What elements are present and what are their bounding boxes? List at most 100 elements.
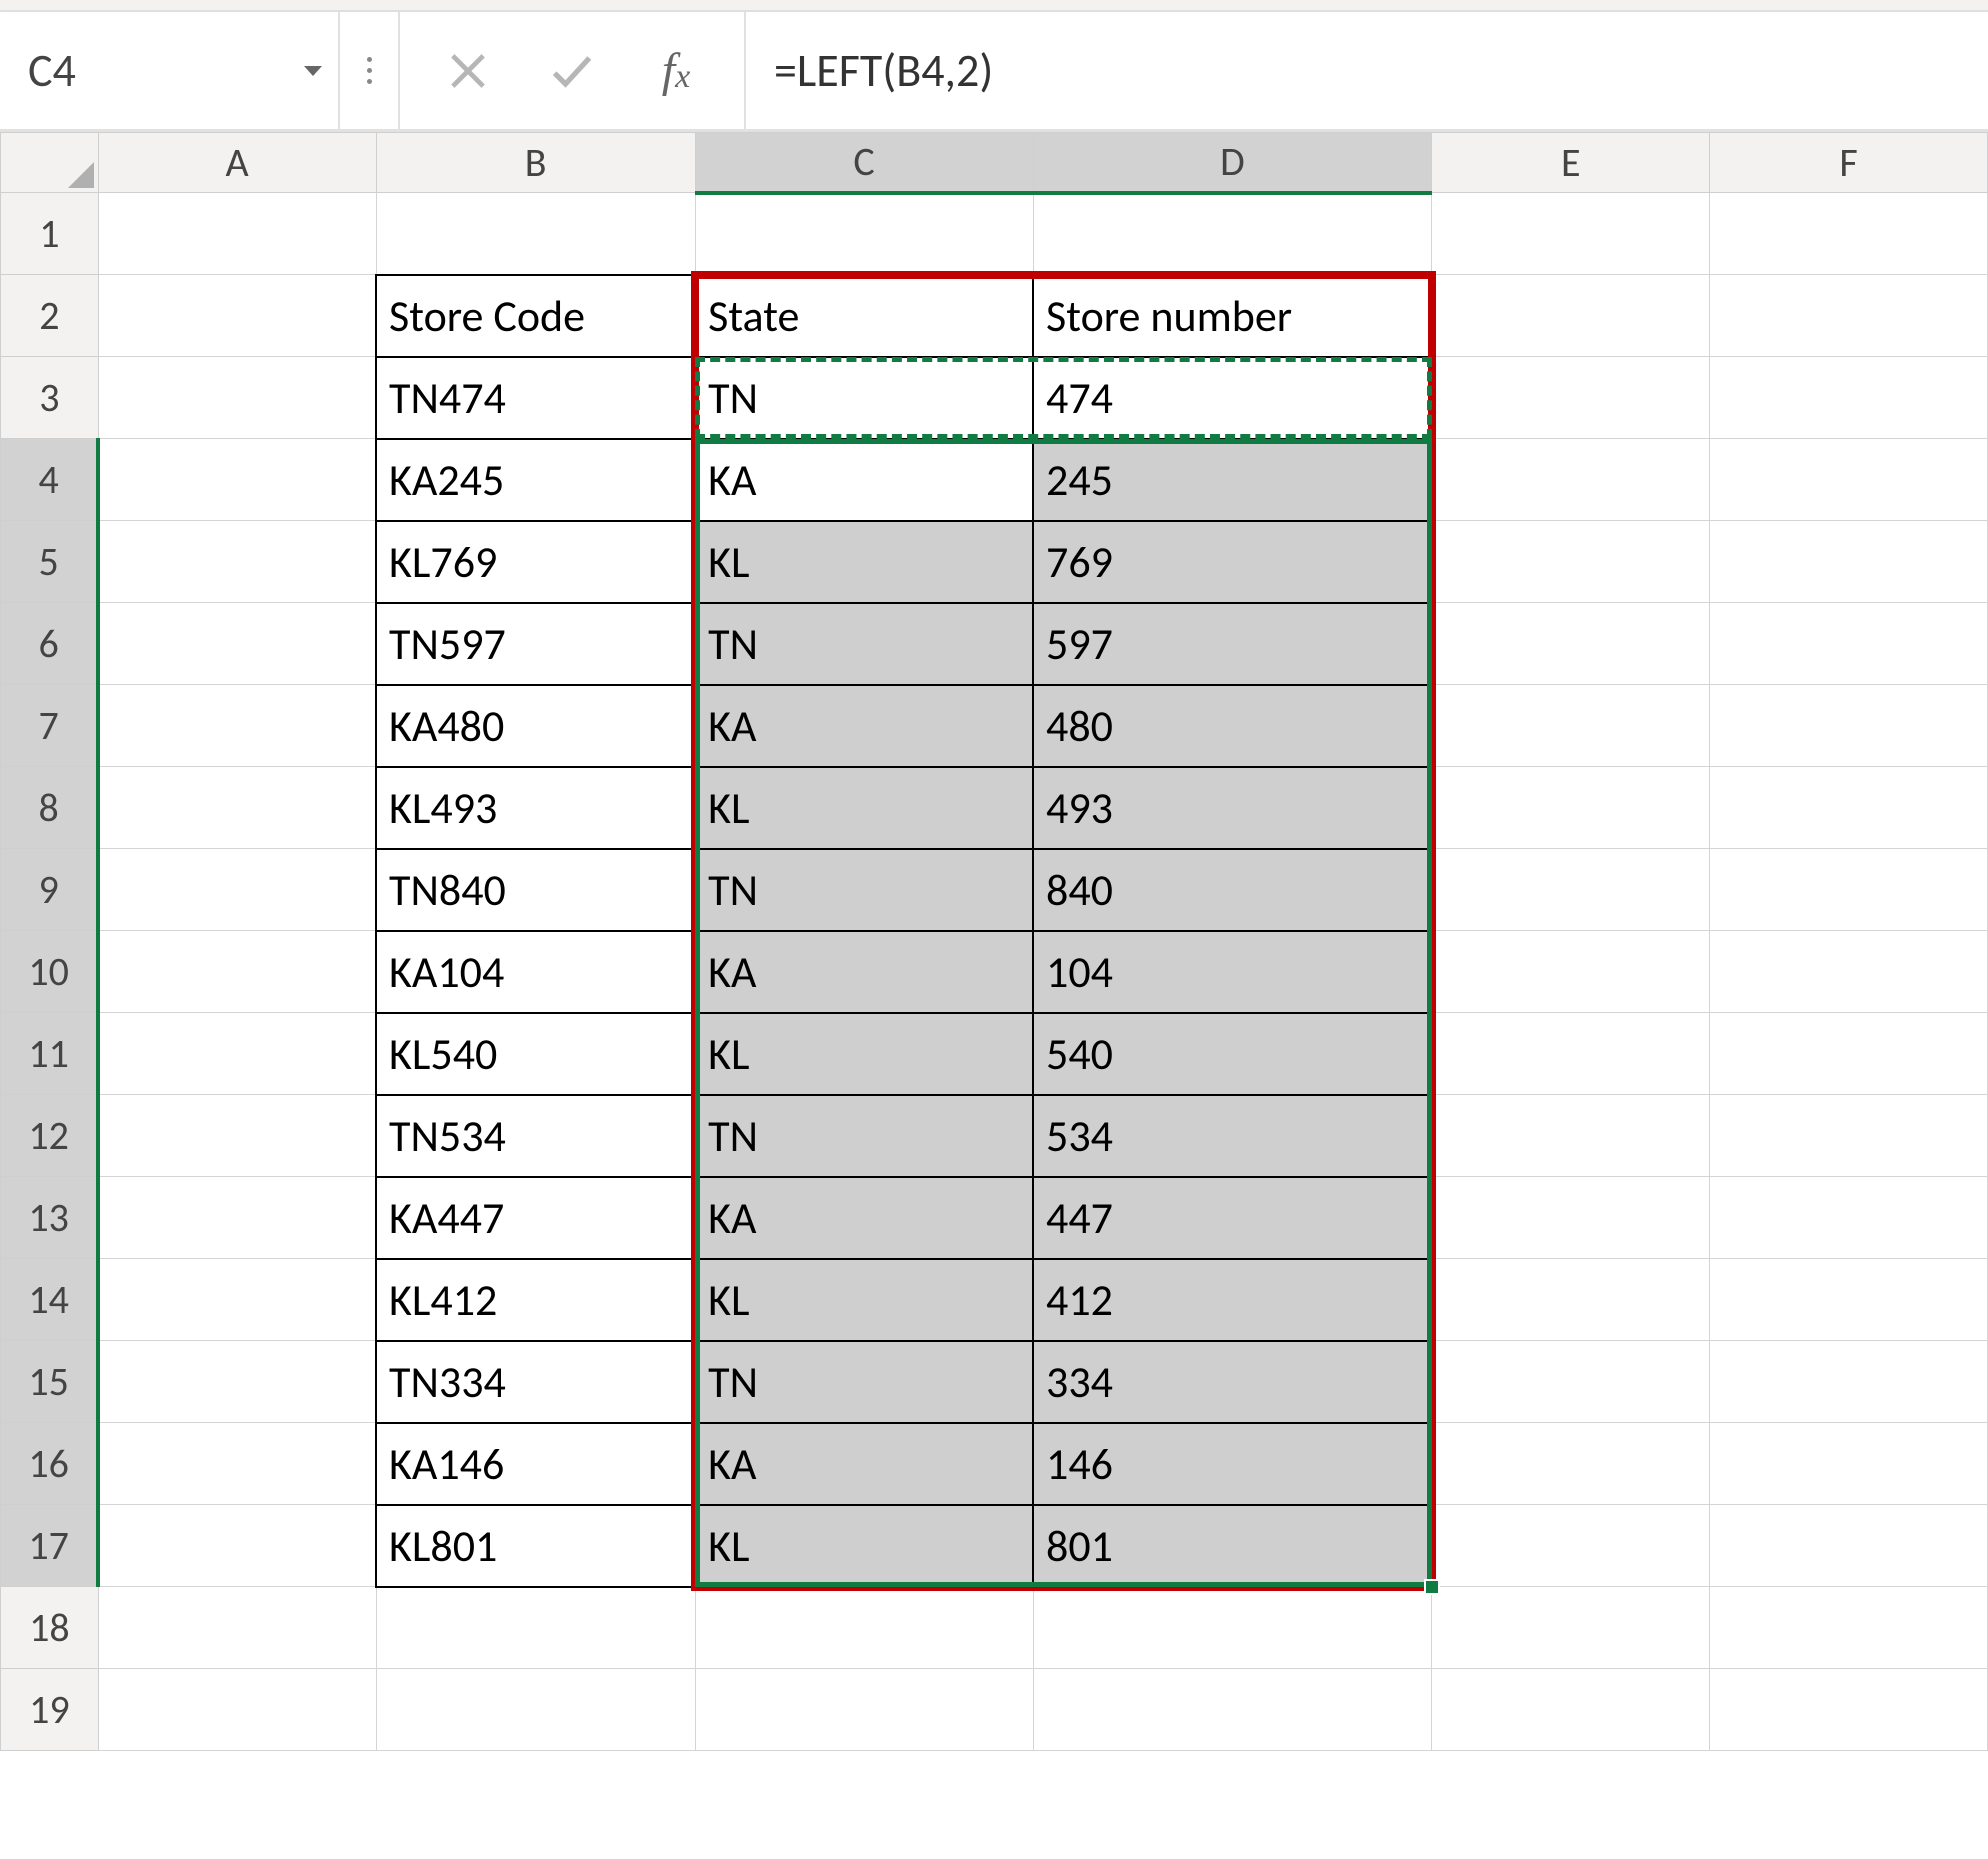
cell[interactable]: KL769 [376, 521, 695, 603]
cell[interactable] [1432, 767, 1710, 849]
row-header-12[interactable]: 12 [1, 1095, 99, 1177]
cell[interactable] [1710, 1013, 1988, 1095]
cell[interactable] [98, 357, 376, 439]
cell[interactable]: TN840 [376, 849, 695, 931]
cell[interactable] [1710, 849, 1988, 931]
cell[interactable] [1710, 357, 1988, 439]
cell[interactable]: 534 [1033, 1095, 1432, 1177]
enter-icon[interactable] [544, 43, 600, 99]
cell[interactable] [1432, 193, 1710, 275]
cell[interactable] [98, 849, 376, 931]
cell[interactable] [1710, 275, 1988, 357]
cell[interactable]: TN [695, 603, 1033, 685]
cell[interactable]: KL412 [376, 1259, 695, 1341]
cell[interactable] [1710, 1259, 1988, 1341]
cell[interactable]: TN [695, 849, 1033, 931]
cell[interactable]: KA [695, 931, 1033, 1013]
cell[interactable] [98, 685, 376, 767]
row-header-17[interactable]: 17 [1, 1505, 99, 1587]
row-header-3[interactable]: 3 [1, 357, 99, 439]
cell[interactable]: 334 [1033, 1341, 1432, 1423]
cell[interactable] [1710, 603, 1988, 685]
cell[interactable] [1710, 1177, 1988, 1259]
col-header-d[interactable]: D [1033, 133, 1432, 193]
cell[interactable] [1710, 521, 1988, 603]
formula-input[interactable]: =LEFT(B4,2) [746, 12, 1988, 129]
col-header-a[interactable]: A [98, 133, 376, 193]
cell[interactable]: KA146 [376, 1423, 695, 1505]
name-box[interactable]: C4 [0, 12, 340, 129]
cell[interactable]: KA [695, 1423, 1033, 1505]
cell[interactable]: KA447 [376, 1177, 695, 1259]
cell[interactable] [1033, 1587, 1432, 1669]
cell[interactable]: KA480 [376, 685, 695, 767]
cell[interactable] [1432, 439, 1710, 521]
cell[interactable] [98, 1341, 376, 1423]
insert-function-icon[interactable]: fx [648, 43, 704, 99]
row-header-2[interactable]: 2 [1, 275, 99, 357]
cell[interactable] [1710, 439, 1988, 521]
cell[interactable]: KL [695, 767, 1033, 849]
cancel-icon[interactable] [440, 43, 496, 99]
cell[interactable]: 447 [1033, 1177, 1432, 1259]
cell[interactable] [1432, 1013, 1710, 1095]
cell[interactable]: KA [695, 685, 1033, 767]
cell[interactable] [98, 1669, 376, 1751]
worksheet[interactable]: A B C D E F 12Store CodeStateStore numbe… [0, 132, 1988, 1751]
cell[interactable]: KL493 [376, 767, 695, 849]
cell[interactable] [1432, 603, 1710, 685]
cell[interactable] [1710, 1505, 1988, 1587]
col-header-c[interactable]: C [695, 133, 1033, 193]
cell[interactable] [98, 1423, 376, 1505]
cell[interactable] [376, 1669, 695, 1751]
cell[interactable]: State [695, 275, 1033, 357]
cell[interactable]: KL540 [376, 1013, 695, 1095]
cell[interactable] [98, 521, 376, 603]
row-header-1[interactable]: 1 [1, 193, 99, 275]
cell[interactable] [1710, 1587, 1988, 1669]
cell[interactable]: 840 [1033, 849, 1432, 931]
cell[interactable] [98, 603, 376, 685]
grid[interactable]: A B C D E F 12Store CodeStateStore numbe… [0, 132, 1988, 1751]
cell[interactable]: KA [695, 439, 1033, 521]
cell[interactable] [98, 1587, 376, 1669]
row-header-9[interactable]: 9 [1, 849, 99, 931]
cell[interactable] [1432, 1587, 1710, 1669]
row-header-11[interactable]: 11 [1, 1013, 99, 1095]
cell[interactable] [1710, 193, 1988, 275]
cell[interactable] [1710, 1341, 1988, 1423]
cell[interactable] [1432, 685, 1710, 767]
cell[interactable] [695, 1587, 1033, 1669]
cell[interactable]: TN [695, 1095, 1033, 1177]
cell[interactable]: 769 [1033, 521, 1432, 603]
cell[interactable] [98, 439, 376, 521]
col-header-b[interactable]: B [376, 133, 695, 193]
dropdown-icon[interactable] [304, 66, 322, 76]
cell[interactable] [98, 1095, 376, 1177]
row-header-10[interactable]: 10 [1, 931, 99, 1013]
row-header-7[interactable]: 7 [1, 685, 99, 767]
cell[interactable] [1432, 521, 1710, 603]
cell[interactable] [1710, 685, 1988, 767]
cell[interactable] [98, 275, 376, 357]
cell[interactable] [98, 1259, 376, 1341]
row-header-13[interactable]: 13 [1, 1177, 99, 1259]
cell[interactable] [1710, 931, 1988, 1013]
cell[interactable] [1432, 275, 1710, 357]
cell[interactable] [98, 767, 376, 849]
cell[interactable]: KL801 [376, 1505, 695, 1587]
cell[interactable] [376, 1587, 695, 1669]
cell[interactable] [1432, 1669, 1710, 1751]
cell[interactable]: KL [695, 521, 1033, 603]
cell[interactable] [1710, 767, 1988, 849]
cell[interactable] [1432, 1341, 1710, 1423]
cell[interactable] [695, 193, 1033, 275]
row-header-6[interactable]: 6 [1, 603, 99, 685]
cell[interactable]: 801 [1033, 1505, 1432, 1587]
cell[interactable] [1432, 1259, 1710, 1341]
row-header-4[interactable]: 4 [1, 439, 99, 521]
row-header-19[interactable]: 19 [1, 1669, 99, 1751]
cell[interactable]: TN534 [376, 1095, 695, 1177]
row-header-16[interactable]: 16 [1, 1423, 99, 1505]
cell[interactable] [1710, 1423, 1988, 1505]
